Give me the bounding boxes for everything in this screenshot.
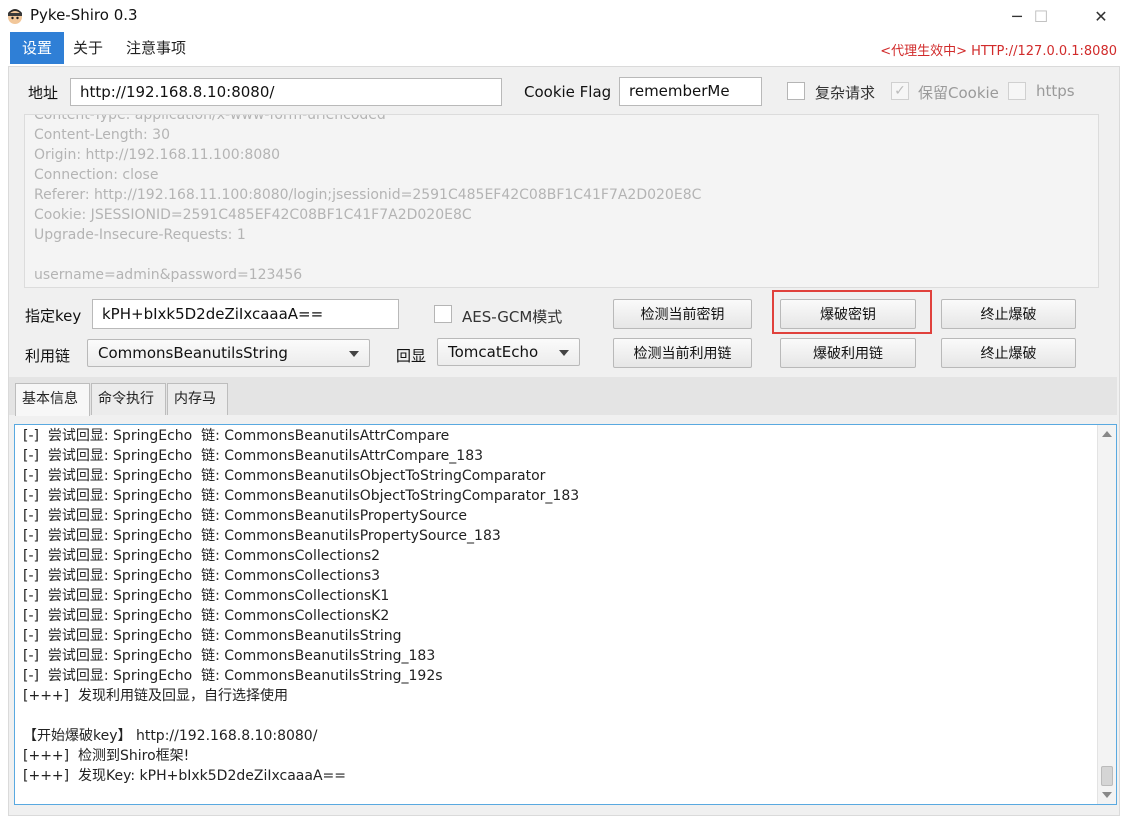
tab-memory-shell[interactable]: 内存马 [167, 383, 228, 415]
scroll-up-icon[interactable] [1102, 431, 1112, 437]
maximize-icon: ☐ [1033, 6, 1049, 26]
tab-command-exec[interactable]: 命令执行 [91, 383, 166, 415]
check-chain-button[interactable]: 检测当前利用链 [613, 338, 752, 368]
keep-cookie-label: 保留Cookie [918, 84, 999, 102]
request-line: Connection: close [34, 167, 159, 183]
chain-label: 利用链 [25, 347, 71, 365]
complex-request-checkbox[interactable] [787, 82, 805, 100]
cookie-flag-input[interactable]: rememberMe [619, 77, 762, 106]
chevron-down-icon [559, 350, 569, 356]
log-output[interactable]: [-] 尝试回显: SpringEcho 链: CommonsBeanutils… [14, 424, 1117, 805]
log-line: [+++] 检测到Shiro框架! [23, 748, 190, 764]
log-line: [-] 尝试回显: SpringEcho 链: CommonsBeanutils… [23, 628, 402, 644]
crack-chain-button[interactable]: 爆破利用链 [780, 338, 916, 368]
log-line: [-] 尝试回显: SpringEcho 链: CommonsBeanutils… [23, 428, 450, 444]
log-line: [-] 尝试回显: SpringEcho 链: CommonsBeanutils… [23, 648, 436, 664]
echo-label: 回显 [396, 347, 427, 365]
aes-gcm-checkbox[interactable] [434, 305, 452, 323]
proxy-status: <代理生效中> HTTP://127.0.0.1:8080 [880, 44, 1117, 59]
request-line: Origin: http://192.168.11.100:8080 [34, 147, 281, 163]
tab-basic-info[interactable]: 基本信息 [15, 383, 90, 416]
check-key-button[interactable]: 检测当前密钥 [613, 299, 752, 329]
request-line: Content-Length: 30 [34, 127, 171, 143]
cookie-flag-label: Cookie Flag [524, 83, 612, 101]
log-line: [-] 尝试回显: SpringEcho 链: CommonsBeanutils… [23, 668, 443, 684]
request-line: username=admin&password=123456 [34, 267, 303, 283]
log-line: [+++] 发现利用链及回显，自行选择使用 [23, 688, 289, 704]
highlight-box [772, 290, 932, 334]
stop-key-crack-button[interactable]: 终止爆破 [941, 299, 1076, 329]
complex-request-label: 复杂请求 [815, 84, 876, 102]
request-line: Cookie: JSESSIONID=2591C485EF42C08BF1C41… [34, 207, 472, 223]
log-line: [-] 尝试回显: SpringEcho 链: CommonsCollectio… [23, 608, 390, 624]
request-line: Referer: http://192.168.11.100:8080/logi… [34, 187, 702, 203]
window-title: Pyke-Shiro 0.3 [30, 6, 138, 24]
menu-item-notes[interactable]: 注意事项 [114, 32, 198, 64]
raw-request-textarea[interactable]: Content-Type: application/x-www-form-url… [24, 114, 1099, 288]
chain-selected-value: CommonsBeanutilsString [98, 344, 288, 362]
key-label: 指定key [25, 307, 82, 325]
close-button[interactable]: ✕ [1078, 0, 1124, 32]
log-line: [-] 尝试回显: SpringEcho 链: CommonsCollectio… [23, 568, 381, 584]
scroll-thumb[interactable] [1101, 766, 1113, 786]
aes-gcm-label: AES-GCM模式 [462, 308, 563, 326]
request-line: Upgrade-Insecure-Requests: 1 [34, 227, 246, 243]
address-label: 地址 [28, 84, 59, 102]
log-scrollbar[interactable] [1097, 425, 1116, 804]
log-line: 【开始爆破key】 http://192.168.8.10:8080/ [23, 728, 318, 744]
checkmark-icon: ✓ [894, 83, 906, 99]
log-line: [-] 尝试回显: SpringEcho 链: CommonsBeanutils… [23, 448, 484, 464]
echo-select[interactable]: TomcatEcho [437, 338, 580, 366]
close-icon: ✕ [1094, 6, 1108, 26]
chevron-down-icon [349, 351, 359, 357]
log-line: [-] 尝试回显: SpringEcho 链: CommonsBeanutils… [23, 468, 546, 484]
log-line: [-] 尝试回显: SpringEcho 链: CommonsBeanutils… [23, 528, 501, 544]
scroll-down-icon[interactable] [1102, 792, 1112, 798]
keep-cookie-checkbox[interactable]: ✓ [891, 82, 909, 100]
echo-selected-value: TomcatEcho [448, 343, 539, 361]
app-logo-icon [8, 9, 22, 24]
stop-chain-crack-button[interactable]: 终止爆破 [941, 338, 1076, 368]
log-line: [+++] 发现Key: kPH+bIxk5D2deZiIxcaaaA== [23, 768, 346, 784]
log-line: [-] 尝试回显: SpringEcho 链: CommonsCollectio… [23, 548, 381, 564]
menu-item-settings[interactable]: 设置 [10, 32, 65, 64]
log-line: [-] 尝试回显: SpringEcho 链: CommonsCollectio… [23, 588, 390, 604]
maximize-button[interactable]: ☐ [1018, 0, 1064, 32]
menu-item-about[interactable]: 关于 [61, 32, 115, 64]
request-line: Content-Type: application/x-www-form-url… [34, 114, 386, 123]
title-bar [0, 0, 1131, 32]
https-label: https [1036, 82, 1075, 100]
key-input[interactable]: kPH+bIxk5D2deZiIxcaaaA== [92, 299, 399, 329]
address-input[interactable]: http://192.168.8.10:8080/ [70, 78, 502, 106]
log-line: [-] 尝试回显: SpringEcho 链: CommonsBeanutils… [23, 488, 580, 504]
https-checkbox[interactable] [1008, 82, 1026, 100]
chain-select[interactable]: CommonsBeanutilsString [87, 339, 370, 367]
log-line: [-] 尝试回显: SpringEcho 链: CommonsBeanutils… [23, 508, 468, 524]
